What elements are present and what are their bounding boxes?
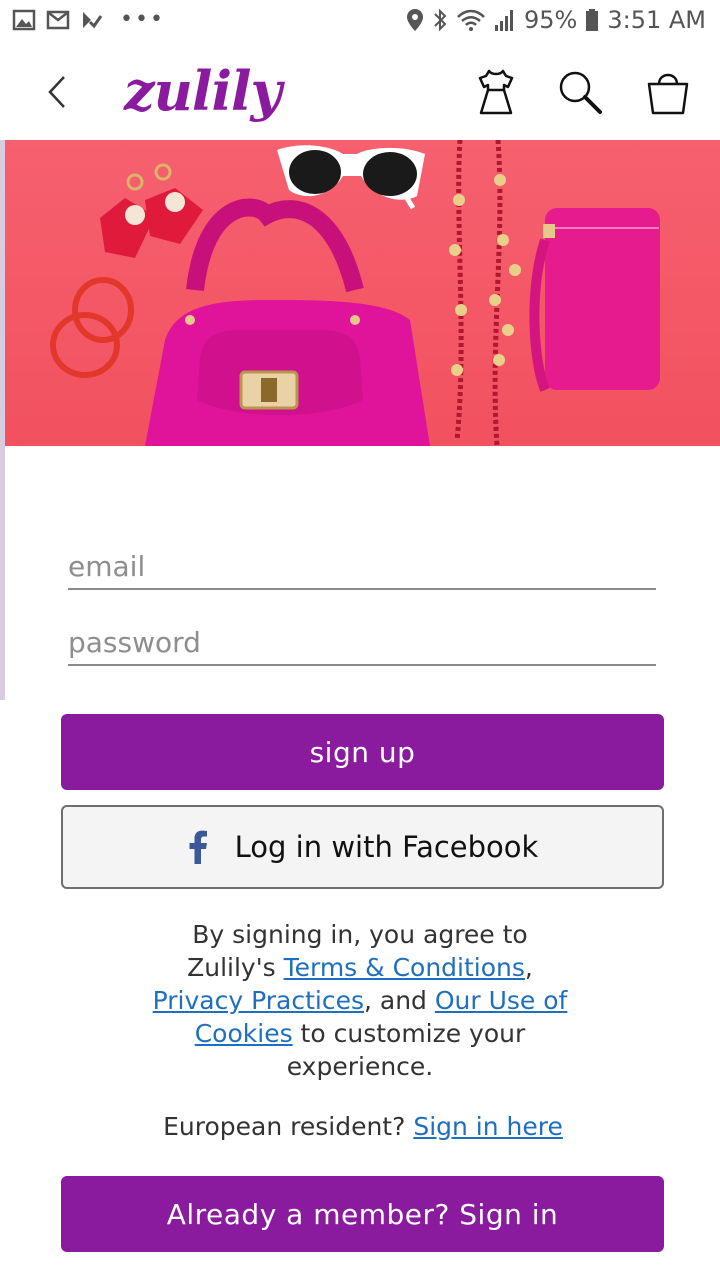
more-notifications: ••• bbox=[120, 7, 165, 32]
app-bar: zulily bbox=[0, 44, 720, 141]
legal-notice: By signing in, you agree to Zulily's Ter… bbox=[150, 918, 570, 1083]
pink-wallet-image bbox=[529, 208, 660, 392]
tassel-earrings-image bbox=[100, 163, 203, 258]
location-icon bbox=[407, 9, 423, 31]
facebook-icon bbox=[189, 830, 207, 864]
search-button[interactable] bbox=[552, 64, 608, 120]
hero-banner bbox=[5, 140, 720, 446]
email-field-container bbox=[68, 544, 656, 590]
facebook-login-label: Log in with Facebook bbox=[234, 830, 539, 864]
status-bar: ••• 95% 3:51 AM bbox=[0, 0, 720, 44]
password-field[interactable] bbox=[68, 622, 656, 662]
gmail-icon bbox=[46, 10, 70, 30]
sign-up-button[interactable]: sign up bbox=[61, 714, 664, 790]
beaded-necklace-image bbox=[449, 140, 521, 446]
gallery-icon bbox=[12, 9, 36, 31]
back-button[interactable] bbox=[34, 66, 80, 118]
terms-conditions-link[interactable]: Terms & Conditions bbox=[284, 953, 525, 982]
eu-sign-in-link[interactable]: Sign in here bbox=[413, 1112, 563, 1141]
sign-in-button[interactable]: Already a member? Sign in bbox=[61, 1176, 664, 1252]
accessories-illustration bbox=[50, 140, 660, 446]
password-field-container bbox=[68, 620, 656, 666]
european-resident-notice: European resident? Sign in here bbox=[0, 1112, 720, 1141]
zulily-logo[interactable]: zulily bbox=[124, 56, 282, 126]
wifi-icon bbox=[457, 9, 485, 31]
battery-percent: 95% bbox=[524, 6, 578, 34]
signal-icon bbox=[495, 10, 513, 31]
cart-button[interactable] bbox=[640, 64, 696, 120]
search-icon bbox=[559, 71, 602, 114]
privacy-practices-link[interactable]: Privacy Practices bbox=[153, 986, 364, 1015]
sunglasses-image bbox=[277, 145, 425, 210]
email-field[interactable] bbox=[68, 546, 656, 586]
task-check-icon bbox=[83, 12, 103, 29]
legal-and: , and bbox=[363, 986, 435, 1015]
dress-icon bbox=[478, 69, 514, 115]
shopping-bag-icon bbox=[647, 73, 689, 115]
legal-comma: , bbox=[524, 953, 533, 982]
hoop-earrings-image bbox=[50, 277, 134, 378]
pink-handbag-image bbox=[145, 198, 430, 446]
bluetooth-icon bbox=[434, 8, 447, 32]
battery-icon bbox=[586, 9, 599, 31]
status-notifications: ••• bbox=[12, 8, 165, 32]
legal-text-2: to customize your experience. bbox=[286, 1019, 526, 1081]
shop-categories-button[interactable] bbox=[468, 64, 524, 120]
clock: 3:51 AM bbox=[607, 6, 706, 34]
facebook-login-button[interactable]: Log in with Facebook bbox=[61, 805, 664, 889]
european-resident-text: European resident? bbox=[163, 1112, 414, 1141]
status-system: 95% 3:51 AM bbox=[406, 6, 706, 34]
back-icon bbox=[48, 76, 65, 108]
